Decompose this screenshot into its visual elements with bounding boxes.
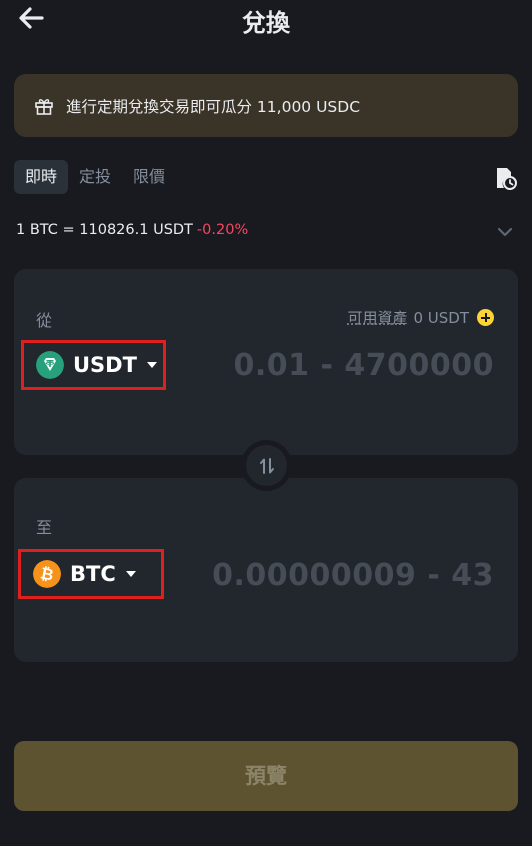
available-balance: 可用資產 0 USDT	[347, 307, 494, 328]
promo-banner[interactable]: 進行定期兌換交易即可瓜分 11,000 USDC	[14, 74, 518, 137]
gift-icon	[35, 98, 53, 115]
to-card: 至 ₿ BTC 0.00000009 - 43	[14, 478, 518, 662]
promo-text: 進行定期兌換交易即可瓜分 11,000 USDC	[66, 97, 361, 116]
preview-button[interactable]: 預覽	[14, 741, 518, 811]
caret-down-icon	[146, 362, 157, 368]
to-amount-input[interactable]: 0.00000009 - 43	[212, 558, 494, 593]
rate-text: 1 BTC = 110826.1 USDT	[16, 222, 193, 238]
order-history-icon[interactable]	[493, 166, 517, 190]
add-funds-icon[interactable]	[477, 309, 494, 326]
swap-arrows-icon	[259, 457, 274, 474]
swap-button-inner	[246, 445, 287, 486]
from-card: 從 可用資產 0 USDT USDT 0.01 - 4700000	[14, 269, 518, 455]
chevron-down-icon[interactable]	[497, 226, 513, 238]
available-value: 0 USDT	[413, 308, 469, 327]
rate-change: -0.20%	[196, 222, 249, 238]
to-coin-name: BTC	[70, 562, 116, 586]
order-type-tabs: 即時 定投 限價	[14, 160, 176, 194]
tab-instant[interactable]: 即時	[14, 160, 69, 194]
swap-button[interactable]	[241, 440, 292, 491]
tab-limit[interactable]: 限價	[122, 160, 176, 194]
from-amount-input[interactable]: 0.01 - 4700000	[234, 348, 494, 383]
page-title: 兌換	[242, 9, 290, 37]
header: 兌換	[0, 0, 532, 40]
from-coin-name: USDT	[73, 353, 137, 377]
tab-recurring[interactable]: 定投	[68, 160, 122, 194]
to-label: 至	[36, 518, 53, 537]
to-coin-selector[interactable]: ₿ BTC	[18, 549, 164, 599]
exchange-rate: 1 BTC = 110826.1 USDT -0.20%	[16, 222, 248, 238]
btc-coin-icon: ₿	[33, 560, 61, 588]
caret-down-icon	[125, 571, 136, 577]
usdt-coin-icon	[36, 351, 64, 379]
from-label: 從	[36, 311, 53, 330]
available-assets-link[interactable]: 可用資產	[347, 307, 407, 328]
from-coin-selector[interactable]: USDT	[21, 340, 166, 390]
